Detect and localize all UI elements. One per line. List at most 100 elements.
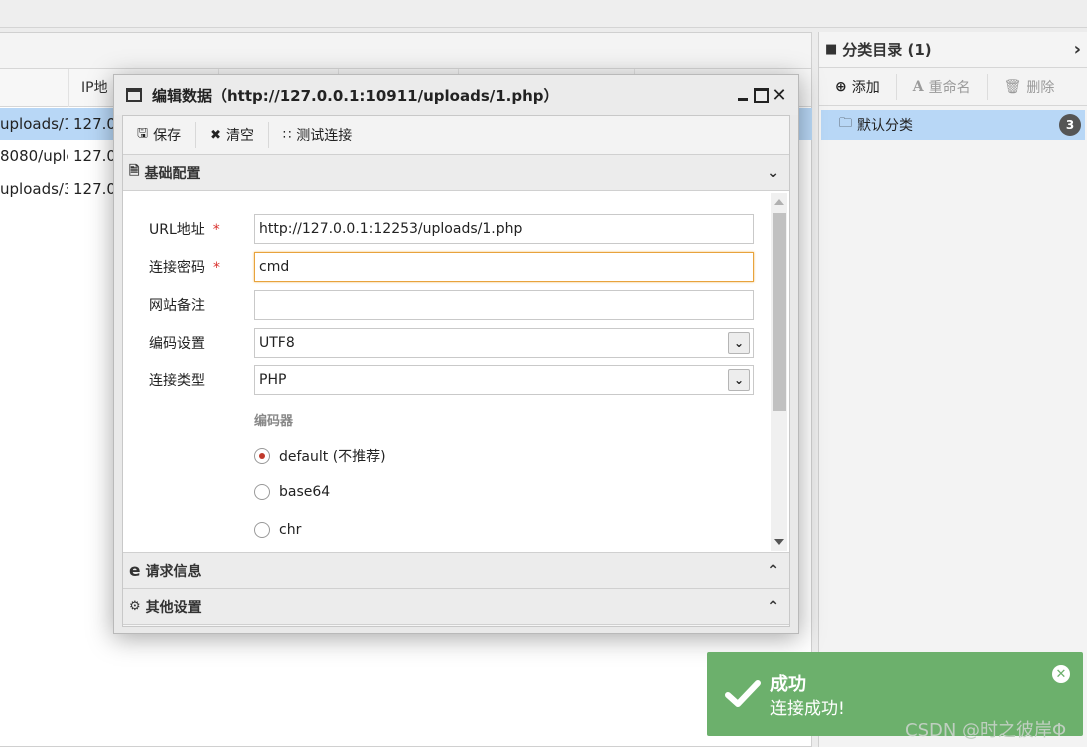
encoding-row: 编码设置 UTF8 ⌄ [123,327,769,359]
chevron-up-icon[interactable]: ⌃ [767,599,779,615]
encoding-select[interactable]: UTF8 ⌄ [254,328,754,358]
radio-button[interactable] [254,522,270,538]
encoding-label: 编码设置 [149,336,205,352]
window-icon [126,88,142,102]
required-mark: * [212,222,220,238]
category-panel: ■ 分类目录 (1) › ⊕ 添加 A 重命名 🗑 删除 🗀 默认分类 3 [818,32,1087,747]
font-icon: A [912,78,924,95]
column-header-url[interactable] [0,69,68,107]
form-scrollbar[interactable] [771,193,787,551]
row-ip: 127.0 [73,180,116,198]
save-label: 保存 [153,128,182,144]
category-panel-title: 分类目录 (1) [842,41,932,59]
dialog-toolbar: 🖫 保存 ✖ 清空 ∷ 测试连接 [123,116,789,155]
radio-button[interactable] [254,484,270,500]
close-icon[interactable]: ✕ [1052,665,1070,683]
note-row: 网站备注 [123,289,769,321]
type-row: 连接类型 PHP ⌄ [123,364,769,396]
gears-icon: ⚙ [129,599,141,614]
edit-data-dialog: 编辑数据（http://127.0.0.1:10911/uploads/1.ph… [113,74,799,634]
clear-label: 清空 [225,128,254,144]
test-connection-label: 测试连接 [296,128,353,144]
watermark: CSDN @时之彼岸Φ [905,720,1067,741]
clear-button[interactable]: ✖ 清空 [196,122,269,148]
row-ip: 127.0 [73,147,116,165]
url-label: URL地址 * [149,222,220,238]
category-toolbar: ⊕ 添加 A 重命名 🗑 删除 [819,68,1087,106]
window-controls: ✕ [734,85,788,106]
section-request-title: 请求信息 [145,563,202,580]
close-icon[interactable]: ✕ [770,85,788,106]
encoder-option-label: default (不推荐) [279,449,386,465]
add-category-button[interactable]: ⊕ 添加 [819,73,897,100]
section-other-settings[interactable]: ⚙ 其他设置 ⌃ [123,589,789,625]
type-select[interactable]: PHP ⌄ [254,365,754,395]
data-list-header [0,33,811,69]
basic-config-form: URL地址 * http://127.0.0.1:12253/uploads/1.… [123,191,789,553]
delete-label: 删除 [1026,79,1055,96]
add-label: 添加 [851,79,880,96]
file-text-icon: 🗎 [129,163,140,179]
encoder-option-base64[interactable]: base64 [254,484,330,500]
url-row: URL地址 * http://127.0.0.1:12253/uploads/1.… [123,213,769,245]
password-row: 连接密码 * cmd [123,251,769,283]
category-item-default[interactable]: 🗀 默认分类 3 [821,110,1085,140]
radio-button[interactable] [254,448,270,464]
encoder-option-default[interactable]: default (不推荐) [254,446,386,466]
type-value: PHP [259,372,287,388]
dialog-title: 编辑数据（http://127.0.0.1:10911/uploads/1.ph… [152,86,559,105]
dialog-body: 🖫 保存 ✖ 清空 ∷ 测试连接 🗎 基础配置 ⌄ URL地址 * http://… [122,115,790,627]
encoder-option-label: chr [279,522,302,538]
rename-label: 重命名 [928,79,971,96]
scroll-up-icon[interactable] [774,199,784,205]
required-mark: * [213,260,220,276]
test-connection-button[interactable]: ∷ 测试连接 [269,122,366,148]
toast-title: 成功 [770,674,806,695]
category-count-badge: 3 [1059,114,1081,136]
section-other-title: 其他设置 [145,599,202,616]
delete-category-button[interactable]: 🗑 删除 [988,74,1071,100]
section-basic-title: 基础配置 [144,165,201,182]
chevron-up-icon[interactable]: ⌃ [767,563,779,579]
dialog-title-bar[interactable]: 编辑数据（http://127.0.0.1:10911/uploads/1.ph… [114,75,798,115]
chevron-down-icon[interactable]: ⌄ [767,165,779,181]
scroll-down-icon[interactable] [774,539,784,545]
password-field[interactable]: cmd [254,252,754,282]
chevron-down-icon[interactable]: ⌄ [728,369,750,391]
encoder-option-chr[interactable]: chr [254,522,301,538]
save-button[interactable]: 🖫 保存 [123,122,197,148]
trash-icon: 🗑 [1003,78,1022,95]
scroll-thumb[interactable] [773,213,786,411]
rename-category-button[interactable]: A 重命名 [897,73,988,100]
encoder-label: 编码器 [254,414,294,429]
toast-message: 连接成功! [770,699,845,719]
row-url: uploads/3. [0,180,68,198]
maximize-icon[interactable] [752,86,770,104]
folder-icon: ■ [825,42,838,57]
row-ip: 127.0 [73,115,116,133]
save-icon: 🖫 [137,126,149,141]
chevron-right-icon[interactable]: › [1074,39,1081,60]
section-basic-config[interactable]: 🗎 基础配置 ⌄ [123,155,789,191]
chevron-down-icon[interactable]: ⌄ [728,332,750,354]
type-label: 连接类型 [149,373,205,389]
category-label: 默认分类 [857,118,914,134]
check-icon [725,680,761,707]
close-icon: ✖ [210,127,221,143]
encoding-value: UTF8 [259,335,295,351]
ie-icon: e [129,560,141,581]
top-bar [0,0,1087,28]
note-field[interactable] [254,290,754,320]
minimize-icon[interactable] [734,86,752,104]
category-panel-header[interactable]: ■ 分类目录 (1) › [819,32,1087,68]
encoder-option-label: base64 [279,484,331,500]
url-field[interactable]: http://127.0.0.1:12253/uploads/1.php [254,214,754,244]
section-request-info[interactable]: e 请求信息 ⌃ [123,553,789,589]
folder-open-icon: 🗀 [839,116,853,131]
password-label: 连接密码 * [149,260,220,276]
row-url: 8080/uplc [0,147,68,165]
spinner-icon: ∷ [282,127,292,143]
note-label: 网站备注 [149,298,205,314]
plus-circle-icon: ⊕ [835,78,847,95]
row-url: uploads/1. [0,115,68,133]
